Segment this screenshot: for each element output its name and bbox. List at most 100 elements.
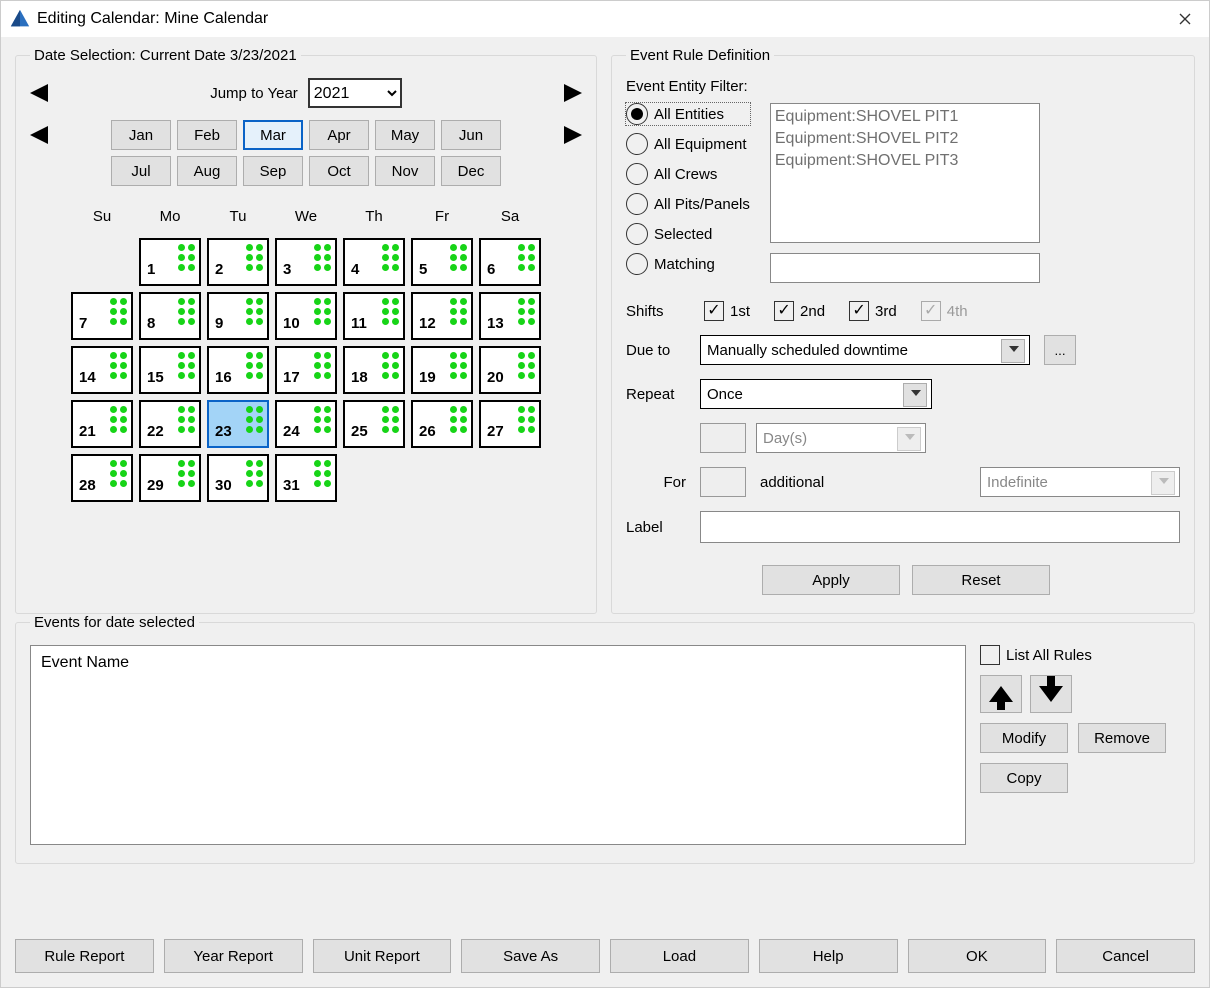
prev-year-button[interactable] bbox=[30, 84, 48, 102]
entity-list[interactable]: Equipment:SHOVEL PIT1Equipment:SHOVEL PI… bbox=[770, 103, 1040, 243]
calendar-day[interactable]: 11 bbox=[343, 292, 405, 340]
move-down-button[interactable] bbox=[1030, 675, 1072, 713]
month-button-sep[interactable]: Sep bbox=[243, 156, 303, 186]
calendar-day[interactable]: 18 bbox=[343, 346, 405, 394]
filter-radio-all-pits-panels[interactable]: All Pits/Panels bbox=[626, 193, 750, 215]
calendar-day[interactable]: 1 bbox=[139, 238, 201, 286]
filter-radio-all-entities[interactable]: All Entities bbox=[626, 103, 750, 125]
calendar-day[interactable]: 12 bbox=[411, 292, 473, 340]
month-button-jul[interactable]: Jul bbox=[111, 156, 171, 186]
calendar-day[interactable]: 22 bbox=[139, 400, 201, 448]
modify-button[interactable]: Modify bbox=[980, 723, 1068, 753]
calendar-day[interactable]: 3 bbox=[275, 238, 337, 286]
reset-button[interactable]: Reset bbox=[912, 565, 1050, 595]
shift-checkbox-2nd[interactable]: 2nd bbox=[774, 301, 825, 321]
repeat-unit-select[interactable]: Day(s) bbox=[756, 423, 926, 453]
ok-button[interactable]: OK bbox=[908, 939, 1047, 973]
due-to-browse-button[interactable]: ... bbox=[1044, 335, 1076, 365]
month-button-dec[interactable]: Dec bbox=[441, 156, 501, 186]
day-status-dots bbox=[518, 244, 535, 271]
calendar-day[interactable]: 19 bbox=[411, 346, 473, 394]
calendar-day[interactable]: 21 bbox=[71, 400, 133, 448]
calendar-day[interactable]: 16 bbox=[207, 346, 269, 394]
calendar-day[interactable]: 23 bbox=[207, 400, 269, 448]
repeat-select[interactable]: Once bbox=[700, 379, 932, 409]
filter-radio-selected[interactable]: Selected bbox=[626, 223, 750, 245]
close-button[interactable] bbox=[1165, 4, 1205, 34]
for-count-input[interactable] bbox=[700, 467, 746, 497]
apply-button[interactable]: Apply bbox=[762, 565, 900, 595]
filter-radio-matching[interactable]: Matching bbox=[626, 253, 750, 275]
month-button-may[interactable]: May bbox=[375, 120, 435, 150]
arrow-up-icon bbox=[989, 686, 1013, 702]
remove-button[interactable]: Remove bbox=[1078, 723, 1166, 753]
month-button-mar[interactable]: Mar bbox=[243, 120, 303, 150]
for-unit-select[interactable]: Indefinite bbox=[980, 467, 1180, 497]
month-button-jun[interactable]: Jun bbox=[441, 120, 501, 150]
rule-report-button[interactable]: Rule Report bbox=[15, 939, 154, 973]
copy-button[interactable]: Copy bbox=[980, 763, 1068, 793]
matching-input[interactable] bbox=[770, 253, 1040, 283]
calendar-day[interactable]: 5 bbox=[411, 238, 473, 286]
prev-month-button[interactable] bbox=[30, 126, 48, 144]
calendar-day[interactable]: 4 bbox=[343, 238, 405, 286]
label-input[interactable] bbox=[700, 511, 1180, 543]
calendar-day[interactable]: 27 bbox=[479, 400, 541, 448]
month-button-aug[interactable]: Aug bbox=[177, 156, 237, 186]
month-button-feb[interactable]: Feb bbox=[177, 120, 237, 150]
calendar-day[interactable]: 24 bbox=[275, 400, 337, 448]
load-button[interactable]: Load bbox=[610, 939, 749, 973]
due-to-select[interactable]: Manually scheduled downtime bbox=[700, 335, 1030, 365]
entity-item[interactable]: Equipment:SHOVEL PIT2 bbox=[775, 128, 1035, 150]
calendar-day[interactable]: 2 bbox=[207, 238, 269, 286]
next-year-button[interactable] bbox=[564, 84, 582, 102]
calendar-day[interactable]: 6 bbox=[479, 238, 541, 286]
help-button[interactable]: Help bbox=[759, 939, 898, 973]
calendar-day[interactable]: 29 bbox=[139, 454, 201, 502]
calendar-day[interactable]: 14 bbox=[71, 346, 133, 394]
day-number: 18 bbox=[351, 369, 368, 386]
unit-report-button[interactable]: Unit Report bbox=[313, 939, 452, 973]
calendar-day[interactable]: 25 bbox=[343, 400, 405, 448]
list-all-checkbox[interactable] bbox=[980, 645, 1000, 665]
day-number: 6 bbox=[487, 261, 495, 278]
calendar-day[interactable]: 17 bbox=[275, 346, 337, 394]
year-select[interactable]: 2021 bbox=[308, 78, 402, 108]
month-button-oct[interactable]: Oct bbox=[309, 156, 369, 186]
calendar-day[interactable]: 10 bbox=[275, 292, 337, 340]
day-status-dots bbox=[178, 406, 195, 433]
day-status-dots bbox=[382, 244, 399, 271]
calendar-day[interactable]: 20 bbox=[479, 346, 541, 394]
filter-radio-all-crews[interactable]: All Crews bbox=[626, 163, 750, 185]
calendar-day[interactable]: 13 bbox=[479, 292, 541, 340]
day-status-dots bbox=[110, 406, 127, 433]
shift-checkbox-1st[interactable]: 1st bbox=[704, 301, 750, 321]
save-as-button[interactable]: Save As bbox=[461, 939, 600, 973]
jump-to-year-label: Jump to Year bbox=[210, 85, 298, 102]
calendar-day[interactable]: 30 bbox=[207, 454, 269, 502]
cancel-button[interactable]: Cancel bbox=[1056, 939, 1195, 973]
month-button-jan[interactable]: Jan bbox=[111, 120, 171, 150]
calendar-day[interactable]: 31 bbox=[275, 454, 337, 502]
calendar-day[interactable]: 8 bbox=[139, 292, 201, 340]
month-button-apr[interactable]: Apr bbox=[309, 120, 369, 150]
events-list[interactable]: Event Name bbox=[30, 645, 966, 845]
move-up-button[interactable] bbox=[980, 675, 1022, 713]
filter-radio-all-equipment[interactable]: All Equipment bbox=[626, 133, 750, 155]
calendar-grid: SuMoTuWeThFrSa12345678910111213141516171… bbox=[71, 208, 541, 502]
calendar-day[interactable]: 26 bbox=[411, 400, 473, 448]
titlebar: Editing Calendar: Mine Calendar bbox=[1, 1, 1209, 37]
entity-item[interactable]: Equipment:SHOVEL PIT1 bbox=[775, 106, 1035, 128]
calendar-day[interactable]: 28 bbox=[71, 454, 133, 502]
calendar-day[interactable]: 7 bbox=[71, 292, 133, 340]
shift-checkbox-3rd[interactable]: 3rd bbox=[849, 301, 897, 321]
entity-item[interactable]: Equipment:SHOVEL PIT3 bbox=[775, 150, 1035, 172]
app-icon bbox=[9, 8, 31, 30]
calendar-day[interactable]: 15 bbox=[139, 346, 201, 394]
year-report-button[interactable]: Year Report bbox=[164, 939, 303, 973]
repeat-count-input[interactable] bbox=[700, 423, 746, 453]
next-month-button[interactable] bbox=[564, 126, 582, 144]
calendar-day[interactable]: 9 bbox=[207, 292, 269, 340]
day-status-dots bbox=[450, 406, 467, 433]
month-button-nov[interactable]: Nov bbox=[375, 156, 435, 186]
